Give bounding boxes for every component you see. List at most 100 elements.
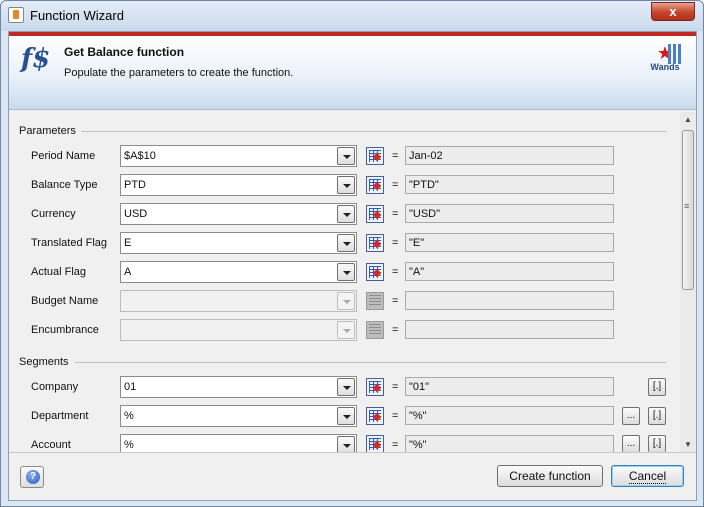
department-result-text: "%" [409,410,427,422]
equals-sign: = [392,439,399,451]
account-value: % [124,439,134,451]
translated-flag-combo[interactable]: E [120,232,357,254]
cancel-button-label: Cancel [628,469,667,484]
chevron-down-icon[interactable] [337,176,355,194]
parameters-divider [81,131,667,132]
window-title: Function Wizard [30,8,124,23]
department-result: "%" [405,406,614,425]
cell-picker-icon[interactable] [366,147,384,165]
cancel-button[interactable]: Cancel [611,465,684,487]
chevron-down-icon[interactable] [337,378,355,396]
department-combo[interactable]: % [120,405,357,427]
account-browse-button[interactable]: ... [622,435,640,452]
function-wizard-window: Function Wizard x f$ Get Balance functio… [0,0,704,507]
department-browse-button[interactable]: ... [622,407,640,425]
equals-sign: = [392,150,399,162]
close-button[interactable]: x [651,2,695,21]
parameters-section-label: Parameters [19,125,76,137]
cell-picker-icon [366,321,384,339]
encumbrance-combo [120,319,357,341]
period-name-label: Period Name [31,150,96,162]
create-function-button[interactable]: Create function [497,465,603,487]
period-name-combo[interactable]: $A$10 [120,145,357,167]
company-value: 01 [124,381,137,393]
dialog-subtitle: Populate the parameters to create the fu… [64,67,294,79]
budget-name-label: Budget Name [31,295,99,307]
chevron-down-icon[interactable] [337,263,355,281]
actual-flag-combo[interactable]: A [120,261,357,283]
scroll-down-icon[interactable]: ▼ [680,437,696,452]
encumbrance-result [405,320,614,339]
chevron-down-icon[interactable] [337,407,355,425]
chevron-down-icon [337,321,355,339]
cell-picker-icon[interactable] [366,407,384,425]
cell-picker-icon[interactable] [366,205,384,223]
currency-value: USD [124,208,148,220]
period-name-result-text: Jan-02 [409,150,443,162]
translated-flag-result-text: "E" [409,237,425,249]
cell-picker-icon[interactable] [366,263,384,281]
help-icon: ? [26,470,40,484]
bar-chart-icon [668,44,682,64]
company-combo[interactable]: 01 [120,376,357,398]
scroll-up-icon[interactable]: ▲ [680,112,696,127]
actual-flag-result-text: "A" [409,266,425,278]
title-bar: Function Wizard x [1,1,703,31]
balance-type-result: "PTD" [405,175,614,194]
equals-sign: = [392,179,399,191]
cell-picker-icon[interactable] [366,378,384,396]
company-segment-values-button[interactable]: [.] [648,378,666,396]
department-label: Department [31,410,89,422]
function-logo-icon: f$ [21,44,51,74]
header-banner: f$ Get Balance function Populate the par… [9,32,696,110]
translated-flag-result: "E" [405,233,614,252]
account-combo[interactable]: % [120,434,357,454]
currency-combo[interactable]: USD [120,203,357,225]
dialog-content: f$ Get Balance function Populate the par… [8,31,697,501]
period-name-result: Jan-02 [405,146,614,165]
dialog-footer: ? Create function Cancel [9,452,696,500]
help-button[interactable]: ? [20,466,44,488]
equals-sign: = [392,237,399,249]
balance-type-combo[interactable]: PTD [120,174,357,196]
equals-sign: = [392,295,399,307]
department-value: % [124,410,134,422]
actual-flag-value: A [124,266,132,278]
currency-label: Currency [31,208,76,220]
cell-picker-icon[interactable] [366,176,384,194]
budget-name-combo [120,290,357,312]
period-name-value: $A$10 [124,150,156,162]
translated-flag-label: Translated Flag [31,237,108,249]
vertical-scrollbar[interactable]: ▲ ▼ [680,112,696,452]
scrollbar-thumb[interactable] [682,130,694,290]
balance-type-label: Balance Type [31,179,98,191]
chevron-down-icon[interactable] [337,205,355,223]
account-result-text: "%" [409,439,427,451]
segments-divider [75,362,667,363]
balance-type-result-text: "PTD" [409,179,439,191]
equals-sign: = [392,266,399,278]
cell-picker-icon[interactable] [366,435,384,453]
currency-result-text: "USD" [409,208,441,220]
account-result: "%" [405,435,614,452]
chevron-down-icon[interactable] [337,234,355,252]
cell-picker-icon[interactable] [366,234,384,252]
segments-section-label: Segments [19,356,69,368]
actual-flag-label: Actual Flag [31,266,87,278]
chevron-down-icon[interactable] [337,147,355,165]
wands-logo: ★ Wands [648,44,682,74]
chevron-down-icon [337,292,355,310]
balance-type-value: PTD [124,179,146,191]
dialog-title: Get Balance function [64,45,185,59]
budget-name-result [405,291,614,310]
account-segment-values-button[interactable]: [.] [648,435,666,452]
cell-picker-icon [366,292,384,310]
equals-sign: = [392,324,399,336]
currency-result: "USD" [405,204,614,223]
company-label: Company [31,381,79,393]
department-segment-values-button[interactable]: [.] [648,407,666,425]
account-label: Account [31,439,71,451]
encumbrance-label: Encumbrance [31,324,99,336]
translated-flag-value: E [124,237,132,249]
equals-sign: = [392,208,399,220]
